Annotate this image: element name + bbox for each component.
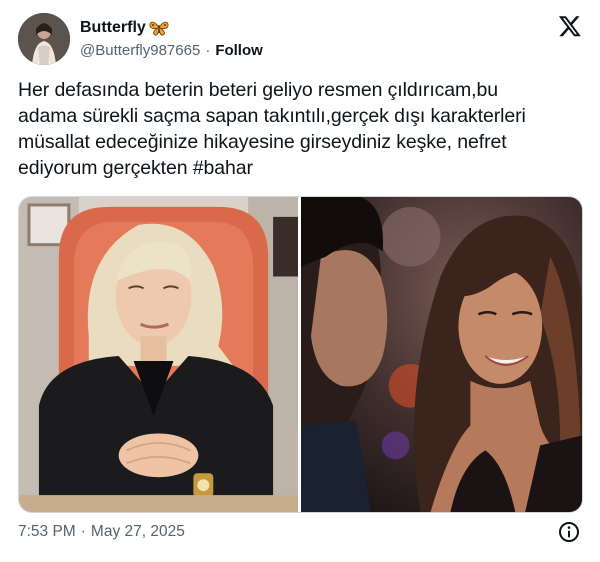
photo-right-image [301, 197, 582, 512]
author-name-row: Butterfly [80, 17, 169, 39]
photo-right[interactable] [301, 197, 582, 512]
tweet-text: Her defasında beterin beteri geliyo resm… [18, 77, 584, 181]
follow-button[interactable]: Follow [215, 42, 263, 59]
tweet-body: Her defasında beterin beteri geliyo resm… [18, 79, 526, 179]
photo-left-image [19, 197, 298, 512]
handle-separator: · [205, 41, 211, 59]
x-logo-icon[interactable] [558, 14, 582, 38]
avatar-image [18, 13, 70, 65]
photo-left[interactable] [19, 197, 298, 512]
timestamp-separator: · [80, 523, 86, 540]
butterfly-emoji-icon [149, 21, 169, 36]
tweet-card: Butterfly @Butterfly987665 · Follow Her … [0, 0, 600, 562]
author-display-name[interactable]: Butterfly [80, 19, 146, 37]
tweet-date: May 27, 2025 [90, 523, 185, 540]
author-handle[interactable]: @Butterfly987665 [80, 42, 200, 59]
media-grid [18, 196, 583, 513]
tweet-timestamp[interactable]: 7:53 PM · May 27, 2025 [18, 521, 185, 543]
tweet-time: 7:53 PM [18, 523, 76, 540]
author-handle-row: @Butterfly987665 · Follow [80, 40, 263, 60]
hashtag-link[interactable]: #bahar [193, 157, 253, 179]
avatar[interactable] [18, 13, 70, 65]
info-icon[interactable] [558, 521, 580, 543]
